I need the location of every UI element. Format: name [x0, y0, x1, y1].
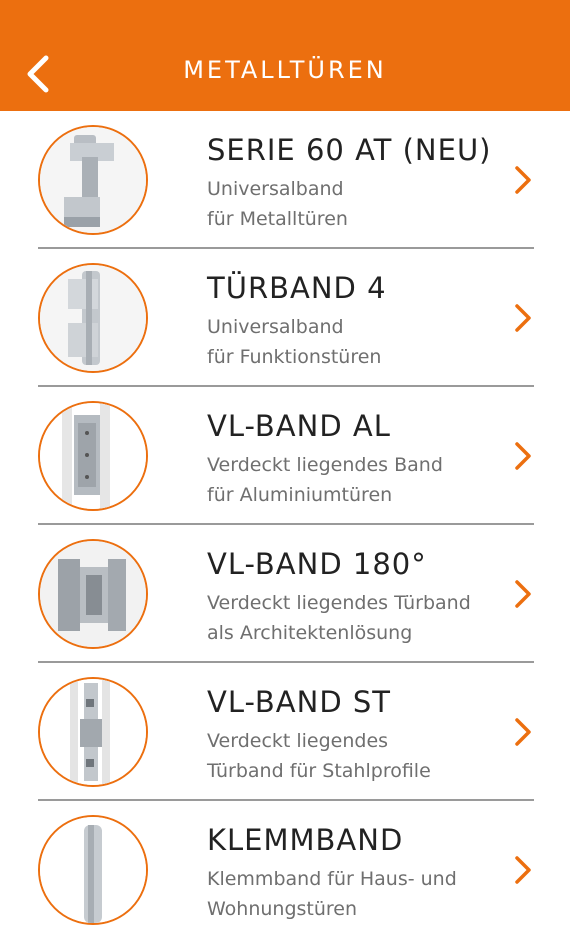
item-description: Verdeckt liegendes Band für Aluminiumtür…	[207, 450, 443, 510]
item-title: SERIE 60 AT (NEU)	[207, 133, 492, 167]
description-line: Universalband	[207, 316, 344, 338]
item-title: VL-BAND AL	[207, 409, 391, 443]
chevron-right-icon	[515, 718, 531, 746]
item-description: Verdeckt liegendes Türband für Stahlprof…	[207, 726, 431, 786]
description-line: Verdeckt liegendes Band	[207, 454, 443, 476]
hinge-thumbnail	[38, 263, 148, 373]
description-line: Türband für Stahlprofile	[207, 760, 431, 782]
item-title: VL-BAND ST	[207, 685, 392, 719]
item-description: Verdeckt liegendes Türband als Architekt…	[207, 588, 471, 648]
chevron-right-icon	[515, 580, 531, 608]
description-line: für Funktionstüren	[207, 346, 382, 368]
list-item-turband-4[interactable]: TÜRBAND 4 Universalband für Funktionstür…	[0, 249, 570, 387]
hinge-thumbnail	[38, 815, 148, 925]
chevron-right-icon	[515, 856, 531, 884]
list-item-serie-60-at[interactable]: SERIE 60 AT (NEU) Universalband für Meta…	[0, 111, 570, 249]
description-line: Verdeckt liegendes Türband	[207, 592, 471, 614]
description-line: Klemmband für Haus- und	[207, 868, 457, 890]
list-item-vl-band-180[interactable]: VL-BAND 180° Verdeckt liegendes Türband …	[0, 525, 570, 663]
description-line: Universalband	[207, 178, 344, 200]
chevron-right-icon	[515, 304, 531, 332]
chevron-right-icon	[515, 442, 531, 470]
item-title: KLEMMBAND	[207, 823, 404, 857]
hinge-thumbnail	[38, 677, 148, 787]
description-line: für Metalltüren	[207, 208, 348, 230]
item-title: TÜRBAND 4	[207, 271, 387, 305]
description-line: Verdeckt liegendes	[207, 730, 389, 752]
hinge-thumbnail	[38, 539, 148, 649]
list-item-vl-band-al[interactable]: VL-BAND AL Verdeckt liegendes Band für A…	[0, 387, 570, 525]
item-description: Universalband für Metalltüren	[207, 174, 348, 234]
chevron-right-icon	[515, 166, 531, 194]
list-item-vl-band-st[interactable]: VL-BAND ST Verdeckt liegendes Türband fü…	[0, 663, 570, 801]
description-line: als Architektenlösung	[207, 622, 413, 644]
description-line: für Aluminiumtüren	[207, 484, 393, 506]
item-description: Klemmband für Haus- und Wohnungstüren	[207, 864, 457, 924]
item-title: VL-BAND 180°	[207, 547, 427, 581]
hinge-thumbnail	[38, 401, 148, 511]
item-description: Universalband für Funktionstüren	[207, 312, 381, 372]
description-line: Wohnungstüren	[207, 898, 358, 920]
list-item-klemmband[interactable]: KLEMMBAND Klemmband für Haus- und Wohnun…	[0, 801, 570, 939]
hinge-thumbnail	[38, 125, 148, 235]
page-title: METALLTÜREN	[183, 56, 387, 84]
app-header: METALLTÜREN	[0, 0, 570, 111]
product-list: SERIE 60 AT (NEU) Universalband für Meta…	[0, 111, 570, 939]
